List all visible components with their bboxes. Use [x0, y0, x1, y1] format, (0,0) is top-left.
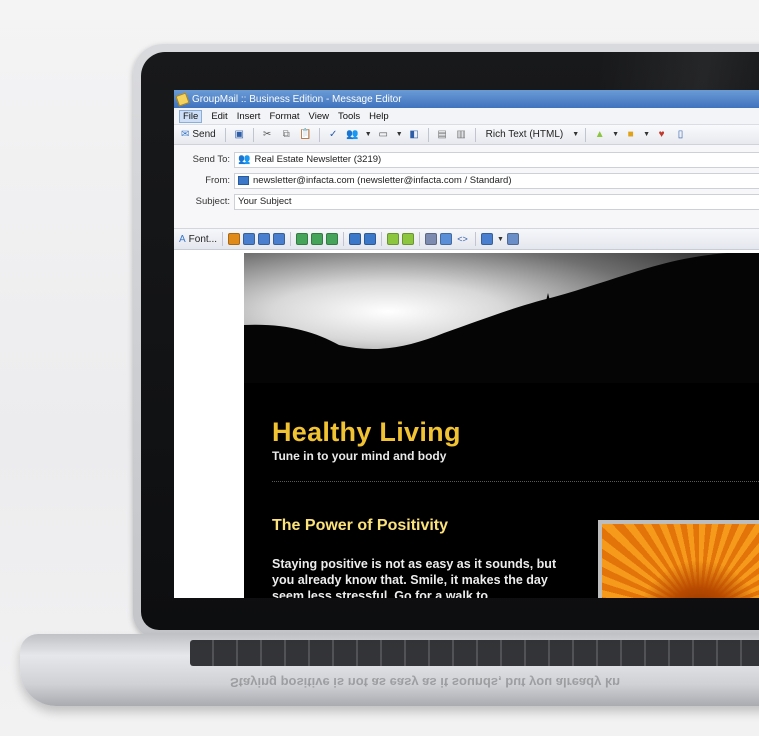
font-button[interactable]: A Font... [179, 232, 217, 247]
toolbar-separator [419, 232, 421, 246]
numbered-list-icon[interactable] [364, 233, 377, 245]
spellcheck-icon[interactable]: ✓ [326, 127, 341, 142]
toolbar-separator [290, 232, 292, 246]
toolbar-separator [222, 232, 224, 246]
italic-icon[interactable] [258, 233, 271, 245]
send-to-label: Send To: [192, 154, 230, 165]
grid-icon[interactable] [506, 233, 519, 245]
main-toolbar: ✉ Send ▣ ✂ ⧉ 📋 ✓ 👥 ▼ ▭ ▼ ◧ ▤ ▥ Rich Text (… [174, 125, 759, 145]
align-left-icon[interactable] [296, 233, 309, 245]
image-insert-icon[interactable]: ■ [623, 127, 638, 142]
toolbar-separator [585, 127, 587, 142]
menu-help[interactable]: Help [369, 111, 389, 122]
subject-value: Your Subject [238, 196, 292, 207]
article-photo-frame [598, 520, 759, 598]
format-toolbar: A Font... <> ▼ [174, 229, 759, 250]
merge-field-icon[interactable]: ◧ [407, 127, 422, 142]
align-center-icon[interactable] [311, 233, 324, 245]
chevron-down-icon[interactable]: ▼ [612, 131, 619, 138]
align-right-icon[interactable] [326, 233, 339, 245]
save-icon[interactable]: ▣ [232, 127, 247, 142]
preview-icon[interactable]: ▤ [435, 127, 450, 142]
text-color-icon[interactable] [228, 233, 241, 245]
article-heading: The Power of Positivity [272, 517, 449, 534]
from-field[interactable]: newsletter@infacta.com (newsletter@infac… [234, 172, 759, 189]
article-body: Staying positive is not as easy as it so… [272, 557, 557, 598]
account-icon [238, 176, 249, 185]
email-canvas[interactable]: Healthy Living Tune in to your mind and … [244, 253, 759, 598]
message-headers: Send To: 👥 Real Estate Newsletter (3219)… [174, 145, 759, 229]
send-to-field[interactable]: 👥 Real Estate Newsletter (3219) [234, 151, 759, 168]
app-icon [175, 91, 190, 107]
title-bar: GroupMail :: Business Edition - Message … [174, 90, 759, 108]
html-source-icon[interactable]: <> [455, 232, 470, 247]
menu-edit[interactable]: Edit [211, 111, 227, 122]
highlight-icon[interactable]: ▲ [592, 127, 607, 142]
table-icon[interactable] [481, 233, 494, 245]
outdent-icon[interactable] [387, 233, 400, 245]
font-icon: A [179, 233, 186, 245]
toolbar-separator [318, 127, 320, 142]
underline-icon[interactable] [273, 233, 286, 245]
security-icon[interactable]: ♥ [654, 127, 669, 142]
menu-tools[interactable]: Tools [338, 111, 360, 122]
chevron-down-icon[interactable]: ▼ [497, 236, 504, 243]
screen-reflection: Staying positive is not as easy as it so… [230, 675, 620, 690]
bullet-list-icon[interactable] [349, 233, 362, 245]
toolbar-separator [343, 232, 345, 246]
toolbar-separator [224, 127, 226, 142]
menu-view[interactable]: View [309, 111, 329, 122]
send-icon: ✉ [181, 129, 190, 140]
flower-photo [602, 524, 759, 598]
menu-file[interactable]: File [179, 109, 203, 123]
template-icon[interactable]: ▥ [454, 127, 469, 142]
keyboard [190, 640, 759, 666]
hero-image [244, 253, 759, 383]
subject-label: Subject: [195, 196, 230, 207]
window-title: GroupMail :: Business Edition - Message … [192, 93, 402, 105]
from-value: newsletter@infacta.com (newsletter@infac… [253, 175, 512, 186]
chevron-down-icon[interactable]: ▼ [396, 131, 403, 138]
attachment-icon[interactable]: ▭ [376, 127, 391, 142]
from-label: From: [205, 175, 230, 186]
toolbar-separator [427, 127, 429, 142]
copy-icon[interactable]: ⧉ [279, 127, 294, 142]
email-divider [272, 481, 759, 482]
chevron-down-icon[interactable]: ▼ [643, 131, 650, 138]
chevron-down-icon[interactable]: ▼ [365, 131, 372, 138]
send-to-value: Real Estate Newsletter (3219) [254, 154, 382, 165]
menu-insert[interactable]: Insert [237, 111, 261, 122]
send-to-row: Send To: 👥 Real Estate Newsletter (3219) [174, 149, 759, 170]
menu-bar: File Edit Insert Format View Tools Help [174, 108, 759, 125]
cut-icon[interactable]: ✂ [260, 127, 275, 142]
contacts-icon: 👥 [238, 154, 251, 165]
font-label: Font... [188, 233, 218, 245]
email-subtitle: Tune in to your mind and body [272, 449, 447, 463]
email-title: Healthy Living [272, 417, 461, 447]
from-row: From: newsletter@infacta.com (newsletter… [174, 170, 759, 191]
bold-icon[interactable] [243, 233, 256, 245]
send-label: Send [192, 129, 216, 140]
recipients-icon[interactable]: 👥 [345, 127, 360, 142]
indent-icon[interactable] [402, 233, 415, 245]
paste-icon[interactable]: 📋 [298, 127, 313, 142]
toolbar-separator [474, 127, 476, 142]
chevron-down-icon[interactable]: ▼ [572, 131, 579, 138]
toolbar-separator [475, 232, 477, 246]
toolbar-separator [381, 232, 383, 246]
subject-row: Subject: Your Subject [174, 191, 759, 212]
toolbar-separator [252, 127, 254, 142]
image-icon[interactable] [440, 233, 453, 245]
send-button[interactable]: ✉ Send [178, 127, 219, 142]
menu-format[interactable]: Format [269, 111, 299, 122]
message-editor[interactable]: Healthy Living Tune in to your mind and … [174, 253, 759, 598]
app-window: GroupMail :: Business Edition - Message … [174, 90, 759, 598]
format-select[interactable]: Rich Text (HTML) [482, 127, 568, 142]
document-icon[interactable]: ▯ [673, 127, 688, 142]
horizontal-rule-icon[interactable] [425, 233, 438, 245]
subject-field[interactable]: Your Subject [234, 193, 759, 210]
